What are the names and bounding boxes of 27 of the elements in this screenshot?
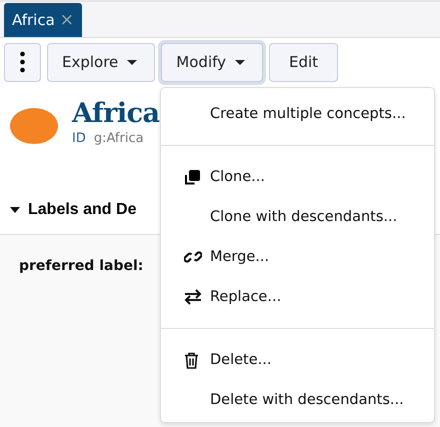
dropdown-button[interactable]: Explore	[47, 42, 156, 82]
edit-button[interactable]: Edit	[269, 42, 338, 82]
more-button[interactable]	[4, 42, 41, 82]
menu-item[interactable]: Delete with descendants...	[161, 380, 434, 420]
tab-label: Africa	[12, 11, 55, 29]
trash-icon	[184, 352, 199, 368]
caret-icon	[235, 60, 245, 64]
tab[interactable]: Africa ×	[4, 3, 82, 37]
caret-icon	[127, 60, 138, 64]
menu-item[interactable]: Clone with descendants...	[161, 197, 434, 237]
swap-icon	[184, 289, 202, 305]
more-icon	[20, 51, 25, 73]
section-header[interactable]: Labels and De	[10, 198, 136, 222]
close-icon[interactable]: ×	[60, 10, 74, 30]
menu-item[interactable]: Create multiple concepts...	[161, 94, 434, 134]
field-label: preferred label:	[19, 258, 144, 274]
copy-icon	[184, 168, 201, 186]
concept-id: g:Africa	[94, 131, 144, 146]
section-title: Labels and De	[28, 201, 136, 219]
link-icon	[184, 249, 202, 265]
id-label: ID	[72, 131, 86, 146]
concept-avatar	[10, 108, 58, 144]
menu-item[interactable]: Clone...	[161, 157, 434, 197]
concept-title: Africa	[72, 98, 160, 129]
menu-item[interactable]: Replace...	[161, 277, 434, 317]
menu-item[interactable]: Merge...	[161, 237, 434, 277]
menu-item[interactable]: Delete...	[161, 340, 434, 380]
